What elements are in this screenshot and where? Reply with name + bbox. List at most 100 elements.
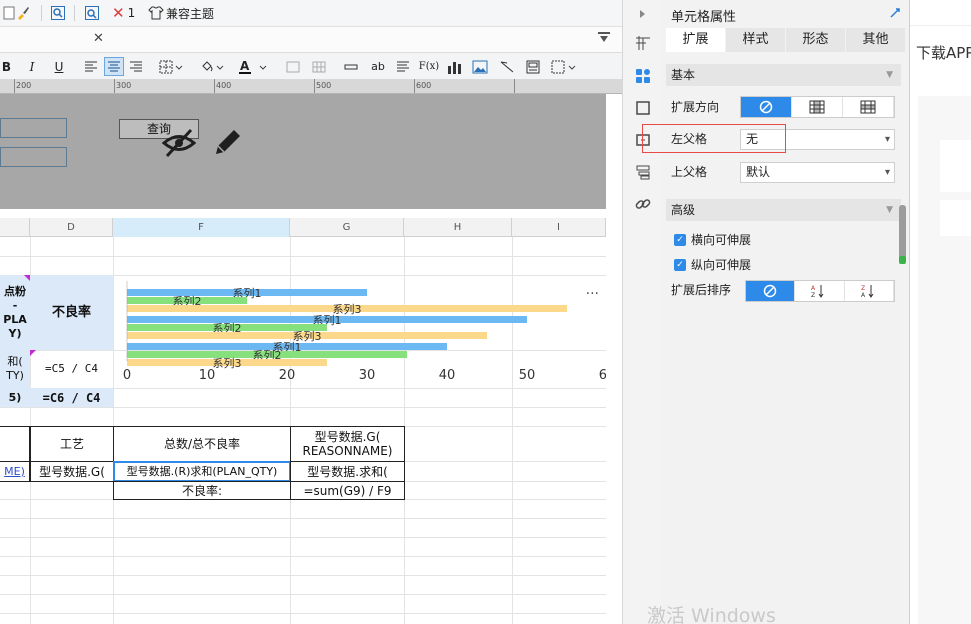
sort-ascending-icon[interactable]: AZ bbox=[795, 281, 845, 301]
sum-formula-cell[interactable]: =sum(G9) / F9 bbox=[290, 481, 405, 500]
align-center-icon[interactable] bbox=[104, 57, 124, 76]
left-formula-cell-1[interactable]: 和( TY) bbox=[0, 350, 30, 388]
left-header-cell[interactable]: 点粉 - PLA Y) bbox=[0, 275, 30, 350]
ruler-label: 200 bbox=[16, 81, 32, 90]
horizontal-expand-checkbox[interactable]: ✓ 横向可伸展 bbox=[674, 231, 751, 248]
panel-scrollbar[interactable] bbox=[899, 205, 906, 263]
defect-rate-header-cell[interactable]: 不良率 bbox=[30, 275, 113, 350]
slash-tool-icon[interactable] bbox=[497, 57, 517, 76]
chart-insert-icon[interactable] bbox=[445, 57, 465, 76]
model-sum-cell[interactable]: 型号数据.求和( bbox=[290, 461, 405, 482]
process-header-cell[interactable]: 工艺 bbox=[30, 426, 114, 462]
fill-color-icon[interactable] bbox=[198, 57, 226, 76]
tab-close-icon[interactable]: ✕ bbox=[93, 31, 104, 46]
tab-form[interactable]: 形态 bbox=[786, 28, 846, 52]
model-g-cell[interactable]: 型号数据.G( bbox=[30, 461, 114, 482]
basic-section-header[interactable]: 基本 ▼ bbox=[666, 64, 901, 86]
insert-row-icon[interactable] bbox=[342, 57, 360, 76]
tab-other[interactable]: 其他 bbox=[846, 28, 906, 52]
bold-button[interactable]: B bbox=[0, 57, 13, 76]
column-header-i[interactable]: I bbox=[512, 218, 606, 237]
text-tool-button[interactable]: ab bbox=[368, 57, 388, 76]
cell-attributes-icon[interactable] bbox=[633, 66, 653, 86]
chart-tick-label: 0 bbox=[123, 368, 131, 383]
tab-bar: ✕ bbox=[0, 27, 622, 53]
search-preview-icon[interactable] bbox=[84, 4, 100, 22]
chart-tick-label: 60 bbox=[599, 368, 606, 383]
column-header-row: D F G H I bbox=[0, 218, 606, 237]
chart-tick-label: 40 bbox=[439, 368, 456, 383]
tab-style[interactable]: 样式 bbox=[726, 28, 786, 52]
vertical-expand-option[interactable] bbox=[792, 97, 843, 117]
horizontal-expand-option[interactable] bbox=[843, 97, 894, 117]
left-row-name-cell[interactable]: ME) bbox=[0, 461, 30, 482]
float-element-icon[interactable] bbox=[633, 98, 653, 118]
sub-report-icon[interactable] bbox=[523, 57, 543, 76]
split-cells-icon[interactable] bbox=[310, 57, 328, 76]
svg-text:Z: Z bbox=[861, 285, 865, 292]
svg-text:A: A bbox=[240, 59, 250, 73]
border-icon[interactable] bbox=[157, 57, 185, 76]
no-sort-option[interactable] bbox=[746, 281, 796, 301]
formula-c6-cell[interactable]: =C6 / C4 bbox=[30, 388, 113, 407]
column-header-f[interactable]: F bbox=[113, 218, 290, 237]
advanced-section-header[interactable]: 高级 ▼ bbox=[666, 199, 901, 221]
windows-activation-watermark: 激活 Windows bbox=[647, 605, 776, 624]
chart-tick-label: 50 bbox=[519, 368, 536, 383]
underline-button[interactable]: U bbox=[51, 57, 67, 76]
column-header-h[interactable]: H bbox=[404, 218, 512, 237]
panel-pin-icon[interactable] bbox=[889, 5, 903, 23]
error-indicator[interactable]: ✕ 1 bbox=[112, 4, 135, 22]
model-reason-header-cell[interactable]: 型号数据.G( REASONNAME) bbox=[290, 426, 405, 462]
model-sum-plan-cell[interactable]: 型号数据.(R)求和(PLAN_QTY) bbox=[113, 461, 291, 482]
tab-menu-icon[interactable] bbox=[598, 32, 610, 46]
checkbox-checked-icon: ✓ bbox=[674, 233, 686, 246]
property-tabs: 扩展 样式 形态 其他 bbox=[666, 28, 906, 52]
column-header-d[interactable]: D bbox=[30, 218, 113, 237]
total-defect-header-cell[interactable]: 总数/总不良率 bbox=[113, 426, 291, 462]
merge-cells-icon[interactable] bbox=[284, 57, 302, 76]
pencil-edit-icon[interactable] bbox=[212, 126, 244, 161]
parameter-input-1[interactable] bbox=[0, 118, 67, 138]
left-formula-cell-2[interactable]: 5) bbox=[0, 388, 30, 407]
template-icon[interactable] bbox=[633, 162, 653, 182]
more-insert-icon[interactable] bbox=[549, 57, 579, 76]
cell-element-icon[interactable] bbox=[633, 33, 653, 53]
chart-series-label: 系列3 bbox=[213, 356, 242, 370]
format-toolbar: B I U A ab F(x) bbox=[0, 53, 622, 80]
vertical-expand-checkbox[interactable]: ✓ 纵向可伸展 bbox=[674, 256, 751, 273]
column-header-g[interactable]: G bbox=[290, 218, 404, 237]
brush-icon[interactable] bbox=[15, 4, 31, 22]
align-right-icon[interactable] bbox=[127, 57, 145, 76]
paragraph-icon[interactable] bbox=[394, 57, 412, 76]
section-collapse-icon: ▼ bbox=[886, 70, 893, 80]
horizontal-expand-label: 横向可伸展 bbox=[691, 233, 752, 247]
chart-more-icon[interactable]: ··· bbox=[586, 286, 599, 302]
sort-descending-icon[interactable]: ZA bbox=[845, 281, 894, 301]
compat-theme-button[interactable]: 兼容主题 bbox=[148, 4, 214, 22]
italic-button[interactable]: I bbox=[25, 57, 39, 76]
defect-rate-label-cell[interactable]: 不良率: bbox=[113, 481, 291, 500]
image-insert-icon[interactable] bbox=[470, 57, 490, 76]
hyperlink-icon[interactable] bbox=[633, 194, 653, 214]
bar-chart[interactable]: 系列1系列2系列3系列1系列2系列3系列1系列2系列30102030405060… bbox=[113, 273, 615, 385]
font-color-icon[interactable]: A bbox=[236, 57, 270, 76]
tab-expand[interactable]: 扩展 bbox=[666, 28, 726, 52]
formula-c5-cell[interactable]: =C5 / C4 bbox=[30, 350, 113, 388]
collapse-arrow-icon[interactable] bbox=[633, 4, 653, 24]
column-header-partial[interactable] bbox=[0, 218, 30, 237]
table-cell-empty[interactable] bbox=[0, 426, 30, 462]
parameter-input-2[interactable] bbox=[0, 147, 67, 167]
eye-hidden-icon[interactable] bbox=[161, 128, 197, 161]
page-icon[interactable] bbox=[2, 4, 16, 22]
no-expand-option[interactable] bbox=[741, 97, 792, 117]
align-left-icon[interactable] bbox=[82, 57, 100, 76]
parameter-panel: 查询 bbox=[0, 94, 606, 209]
formula-button[interactable]: F(x) bbox=[418, 57, 440, 76]
spreadsheet-grid[interactable]: D F G H I 点粉 - PLA Y) 不良率 和( TY) =C5 / C… bbox=[0, 209, 615, 624]
download-app-text[interactable]: 下载APP bbox=[916, 42, 971, 63]
preview-icon[interactable] bbox=[50, 4, 66, 22]
shirt-icon bbox=[148, 6, 164, 20]
upper-parent-select[interactable]: 默认 ▾ bbox=[740, 162, 895, 183]
highlight-annotation-box bbox=[642, 124, 786, 153]
